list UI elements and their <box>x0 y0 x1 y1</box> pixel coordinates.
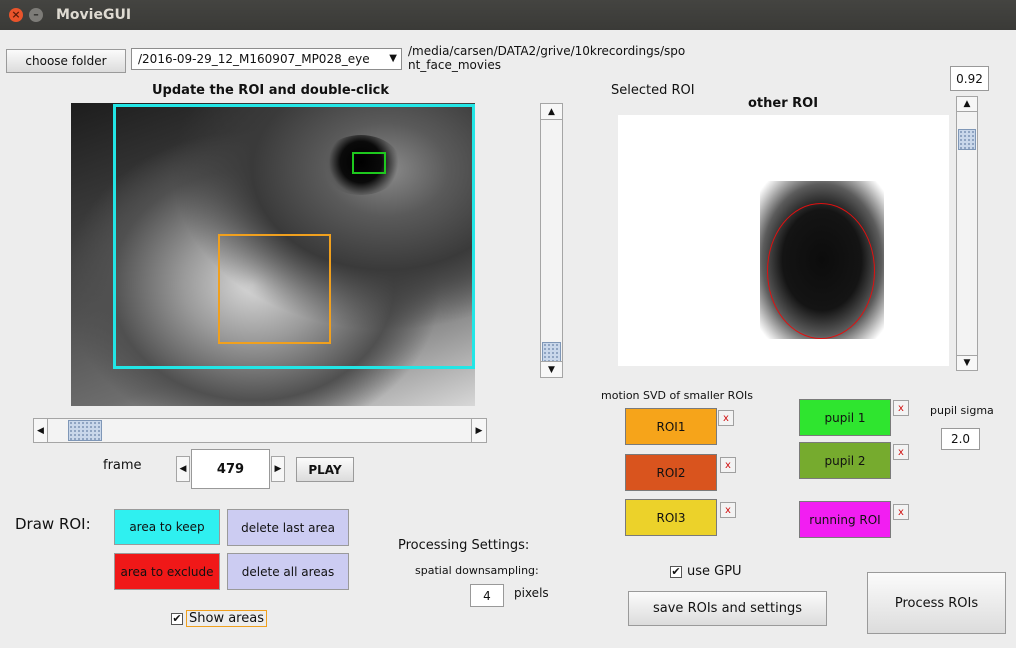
delete-last-area-button[interactable]: delete last area <box>227 509 349 546</box>
running-roi-button[interactable]: running ROI <box>799 501 891 538</box>
remove-pupil2-icon[interactable]: x <box>893 444 909 460</box>
delete-all-areas-button[interactable]: delete all areas <box>227 553 349 590</box>
folder-path-line-2: nt_face_movies <box>408 58 501 72</box>
scroll-up-icon[interactable]: ▲ <box>540 103 563 120</box>
remove-running-roi-icon[interactable]: x <box>893 504 909 520</box>
video-frame[interactable] <box>71 103 475 406</box>
close-icon[interactable]: × <box>9 8 23 22</box>
scroll-thumb[interactable] <box>542 342 561 362</box>
chevron-down-icon: ▼ <box>389 53 397 64</box>
selected-roi-label: Selected ROI <box>611 83 695 98</box>
spatial-downsampling-label: spatial downsampling: <box>415 564 539 577</box>
area-to-exclude-button[interactable]: area to exclude <box>114 553 220 590</box>
remove-roi3-icon[interactable]: x <box>720 502 736 518</box>
saturation-scrollbar[interactable]: ▲ ▼ <box>956 96 978 371</box>
show-areas-checkbox[interactable]: ✔ <box>171 612 183 625</box>
frame-increment-icon[interactable]: ▶ <box>271 456 285 482</box>
pupil-sigma-label: pupil sigma <box>930 404 994 417</box>
remove-roi2-icon[interactable]: x <box>720 457 736 473</box>
use-gpu-checkbox[interactable]: ✔ <box>670 565 682 578</box>
roi3-button[interactable]: ROI3 <box>625 499 717 536</box>
frame-input[interactable]: 479 <box>191 449 270 489</box>
roi2-button[interactable]: ROI2 <box>625 454 717 491</box>
selected-roi-title: other ROI <box>748 96 819 111</box>
processing-heading: Processing Settings: <box>398 538 530 553</box>
scroll-down-icon[interactable]: ▼ <box>540 361 563 378</box>
motion-roi[interactable] <box>218 234 331 344</box>
title-bar: × – MovieGUI <box>0 0 1016 30</box>
draw-roi-label: Draw ROI: <box>15 515 91 533</box>
show-areas-label: Show areas <box>186 610 267 627</box>
save-rois-button[interactable]: save ROIs and settings <box>628 591 827 626</box>
video-vertical-scrollbar[interactable]: ▲ ▼ <box>540 103 563 378</box>
file-select-value: /2016-09-29_12_M160907_MP028_eye <box>138 52 370 66</box>
pupil-fit-ellipse <box>767 203 875 339</box>
file-select[interactable]: /2016-09-29_12_M160907_MP028_eye ▼ <box>131 48 402 70</box>
slider-left-icon[interactable]: ◀ <box>33 418 48 443</box>
frame-slider-thumb[interactable] <box>68 420 102 441</box>
scroll-up-icon[interactable]: ▲ <box>956 96 978 112</box>
play-button[interactable]: PLAY <box>296 457 354 482</box>
area-to-keep-button[interactable]: area to keep <box>114 509 220 545</box>
use-gpu-toggle[interactable]: ✔ use GPU <box>670 564 742 579</box>
choose-folder-button[interactable]: choose folder <box>6 49 126 73</box>
roi1-button[interactable]: ROI1 <box>625 408 717 445</box>
slider-right-icon[interactable]: ▶ <box>471 418 487 443</box>
pupil-roi[interactable] <box>352 152 386 174</box>
remove-roi1-icon[interactable]: x <box>718 410 734 426</box>
pupil-sigma-input[interactable]: 2.0 <box>941 428 980 450</box>
show-areas-toggle[interactable]: ✔ Show areas <box>171 610 267 627</box>
frame-decrement-icon[interactable]: ◀ <box>176 456 190 482</box>
process-rois-button[interactable]: Process ROIs <box>867 572 1006 634</box>
saturation-thumb[interactable] <box>958 129 976 150</box>
video-heading: Update the ROI and double-click <box>152 83 390 98</box>
saturation-input[interactable]: 0.92 <box>950 66 989 91</box>
spatial-downsampling-input[interactable]: 4 <box>470 584 504 607</box>
folder-path: /media/carsen/DATA2/grive/10krecordings/… <box>408 44 685 72</box>
pupil2-button[interactable]: pupil 2 <box>799 442 891 479</box>
pupil1-button[interactable]: pupil 1 <box>799 399 891 436</box>
frame-slider[interactable]: ◀ ▶ <box>33 418 487 443</box>
scroll-down-icon[interactable]: ▼ <box>956 355 978 371</box>
folder-path-line-1: /media/carsen/DATA2/grive/10krecordings/… <box>408 44 686 58</box>
motion-svd-heading: motion SVD of smaller ROIs <box>601 389 753 402</box>
selected-roi-preview <box>618 115 949 366</box>
remove-pupil1-icon[interactable]: x <box>893 400 909 416</box>
frame-label: frame <box>103 458 142 473</box>
window-title: MovieGUI <box>56 7 132 23</box>
minimize-icon[interactable]: – <box>29 8 43 22</box>
use-gpu-label: use GPU <box>687 564 742 579</box>
pixels-label: pixels <box>514 586 549 600</box>
